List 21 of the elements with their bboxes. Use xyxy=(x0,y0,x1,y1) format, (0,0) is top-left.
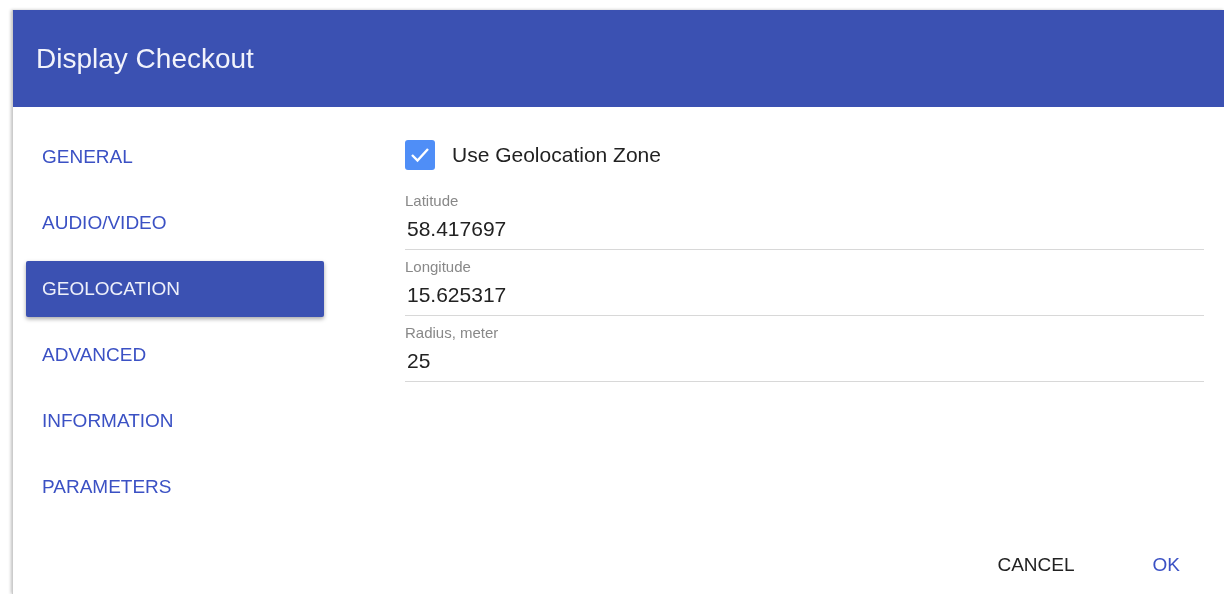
field-label: Radius, meter xyxy=(405,324,500,341)
sidebar-item[interactable]: ADVANCED xyxy=(26,327,324,383)
checkmark-icon xyxy=(410,147,430,163)
field-value[interactable]: 25 xyxy=(405,349,707,373)
sidebar-item[interactable]: AUDIO/VIDEO xyxy=(26,195,324,251)
cancel-button[interactable]: CANCEL xyxy=(983,550,1089,580)
text-field[interactable]: Radius, meter 25 xyxy=(405,316,1204,382)
ok-button[interactable]: OK xyxy=(1138,550,1194,580)
field-value[interactable]: 15.625317 xyxy=(405,283,707,307)
text-field[interactable]: Latitude 58.417697 xyxy=(405,184,1204,250)
field-value[interactable]: 58.417697 xyxy=(405,217,707,241)
checkbox-label: Use Geolocation Zone xyxy=(452,143,661,167)
sidebar-item[interactable]: PARAMETERS xyxy=(26,459,324,515)
sidebar-item[interactable]: GENERAL xyxy=(26,129,324,185)
field-label: Longitude xyxy=(405,258,472,275)
sidebar-item[interactable]: INFORMATION xyxy=(26,393,324,449)
text-field[interactable]: Longitude 15.625317 xyxy=(405,250,1204,316)
window-title: Display Checkout xyxy=(36,42,254,75)
field-label: Latitude xyxy=(405,192,460,209)
sidebar-item[interactable]: GEOLOCATION xyxy=(26,261,324,317)
checkbox[interactable] xyxy=(405,140,435,170)
